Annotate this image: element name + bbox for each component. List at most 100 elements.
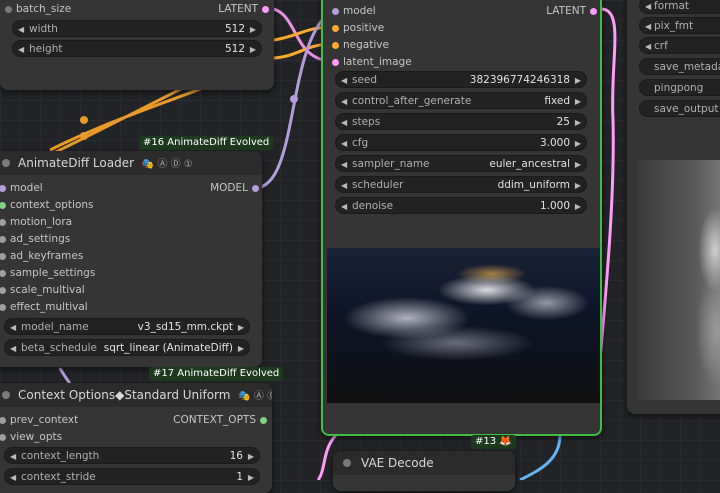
- model-input[interactable]: model: [0, 180, 170, 197]
- pix-fmt-widget[interactable]: ◀ pix_fmt: [639, 17, 720, 34]
- negative-input-dot[interactable]: [332, 42, 339, 49]
- ad-keyframes-input-dot[interactable]: [0, 253, 6, 260]
- save-output-toggle[interactable]: save_output: [639, 100, 720, 117]
- motion-lora-input-dot[interactable]: [0, 219, 6, 226]
- batch-size-dot[interactable]: [5, 6, 12, 13]
- negative-input[interactable]: negative: [332, 37, 463, 54]
- increment-icon[interactable]: ▶: [575, 156, 581, 173]
- sample-settings-input-dot[interactable]: [0, 270, 6, 277]
- context-options-input-dot[interactable]: [0, 202, 6, 209]
- decrement-icon[interactable]: ◀: [18, 41, 24, 58]
- collapse-dot-icon[interactable]: [343, 459, 351, 467]
- batch-size-slot[interactable]: batch_size: [5, 1, 136, 18]
- effect-multival-input-dot[interactable]: [0, 304, 6, 311]
- sampler-badge: #13 🦊: [471, 435, 516, 449]
- context-options-input[interactable]: context_options: [0, 197, 170, 214]
- context-opts-output-dot[interactable]: [260, 417, 267, 424]
- increment-icon[interactable]: ▶: [238, 319, 244, 336]
- decrement-icon[interactable]: ◀: [341, 114, 347, 131]
- decrement-icon[interactable]: ◀: [341, 93, 347, 110]
- increment-icon[interactable]: ▶: [238, 340, 244, 357]
- seed-widget[interactable]: ◀ seed 382396774246318 ▶: [335, 71, 587, 88]
- steps-widget[interactable]: ◀ steps 25 ▶: [335, 113, 587, 130]
- scheduler-widget[interactable]: ◀ scheduler ddim_uniform ▶: [335, 176, 587, 193]
- increment-icon[interactable]: ▶: [575, 114, 581, 131]
- model-name-widget[interactable]: ◀ model_name v3_sd15_mm.ckpt ▶: [4, 318, 250, 335]
- latent-output-dot[interactable]: [262, 6, 269, 13]
- scale-multival-input[interactable]: scale_multival: [0, 282, 170, 299]
- crf-widget[interactable]: ◀ crf: [639, 37, 720, 54]
- pingpong-toggle[interactable]: pingpong: [639, 79, 720, 96]
- model-input-dot[interactable]: [0, 185, 6, 192]
- latent-output[interactable]: LATENT: [486, 3, 597, 20]
- decrement-icon[interactable]: ◀: [18, 21, 24, 38]
- ad-settings-input[interactable]: ad_settings: [0, 231, 170, 248]
- width-widget[interactable]: ◀ width 512 ▶: [12, 20, 262, 37]
- height-widget[interactable]: ◀ height 512 ▶: [12, 40, 262, 57]
- model-input[interactable]: model: [332, 3, 463, 20]
- increment-icon[interactable]: ▶: [250, 21, 256, 38]
- prev-context-input[interactable]: prev_context: [0, 412, 150, 429]
- motion-lora-input[interactable]: motion_lora: [0, 214, 170, 231]
- cfg-widget[interactable]: ◀ cfg 3.000 ▶: [335, 134, 587, 151]
- context-stride-widget[interactable]: ◀ context_stride 1 ▶: [4, 468, 260, 485]
- ksampler-node[interactable]: model positive negative latent_image LAT…: [321, 0, 602, 436]
- increment-icon[interactable]: ▶: [575, 135, 581, 152]
- decrement-icon[interactable]: ◀: [645, 18, 651, 35]
- latent-output-dot[interactable]: [590, 8, 597, 15]
- model-input-dot[interactable]: [332, 8, 339, 15]
- decrement-icon[interactable]: ◀: [341, 156, 347, 173]
- vae-decode-node[interactable]: VAE Decode: [333, 451, 515, 491]
- video-combine-node[interactable]: ◀format ◀pix_fmt ◀crf save_metadata ping…: [627, 0, 720, 414]
- animatediff-badges-icon: 🎭 Ⓐ Ⓓ ①: [141, 159, 193, 170]
- increment-icon[interactable]: ▶: [575, 93, 581, 110]
- collapse-dot-icon[interactable]: [2, 159, 10, 167]
- positive-input-dot[interactable]: [332, 25, 339, 32]
- collapse-dot-icon[interactable]: [2, 391, 10, 399]
- decrement-icon[interactable]: ◀: [10, 340, 16, 357]
- sampler-name-widget[interactable]: ◀ sampler_name euler_ancestral ▶: [335, 155, 587, 172]
- increment-icon[interactable]: ▶: [248, 448, 254, 465]
- sample-settings-input[interactable]: sample_settings: [0, 265, 170, 282]
- effect-multival-input[interactable]: effect_multival: [0, 299, 170, 316]
- decrement-icon[interactable]: ◀: [341, 135, 347, 152]
- context-length-widget[interactable]: ◀ context_length 16 ▶: [4, 447, 260, 464]
- decrement-icon[interactable]: ◀: [10, 448, 16, 465]
- latent-output-slot[interactable]: LATENT: [158, 1, 269, 18]
- decrement-icon[interactable]: ◀: [341, 72, 347, 89]
- latent-image-input-dot[interactable]: [332, 59, 339, 66]
- view-opts-input-dot[interactable]: [0, 434, 6, 441]
- decrement-icon[interactable]: ◀: [341, 177, 347, 194]
- increment-icon[interactable]: ▶: [575, 198, 581, 215]
- save-metadata-toggle[interactable]: save_metadata: [639, 58, 720, 75]
- view-opts-input[interactable]: view_opts: [0, 429, 150, 446]
- increment-icon[interactable]: ▶: [250, 41, 256, 58]
- positive-input[interactable]: positive: [332, 20, 463, 37]
- decrement-icon[interactable]: ◀: [645, 38, 651, 55]
- decrement-icon[interactable]: ◀: [10, 319, 16, 336]
- control-after-generate-widget[interactable]: ◀ control_after_generate fixed ▶: [335, 92, 587, 109]
- denoise-widget[interactable]: ◀ denoise 1.000 ▶: [335, 197, 587, 214]
- ad-keyframes-input[interactable]: ad_keyframes: [0, 248, 170, 265]
- context-options-node[interactable]: Context Options◆Standard Uniform 🎭 Ⓐ Ⓓ p…: [0, 383, 272, 493]
- animatediff-badges-icon: 🎭 Ⓐ Ⓓ: [238, 391, 272, 402]
- beta-schedule-widget[interactable]: ◀ beta_schedule sqrt_linear (AnimateDiff…: [4, 339, 250, 356]
- empty-latent-node[interactable]: batch_size LATENT ◀ width 512 ▶ ◀ height…: [0, 0, 274, 90]
- ad-settings-input-dot[interactable]: [0, 236, 6, 243]
- decrement-icon[interactable]: ◀: [341, 198, 347, 215]
- context-opts-output[interactable]: CONTEXT_OPTS: [136, 412, 267, 429]
- increment-icon[interactable]: ▶: [248, 469, 254, 486]
- animatediff-loader-badge: #16 AnimateDiff Evolved: [139, 136, 274, 150]
- decrement-icon[interactable]: ◀: [645, 0, 651, 15]
- context-options-badge: #17 AnimateDiff Evolved: [149, 367, 284, 381]
- scale-multival-input-dot[interactable]: [0, 287, 6, 294]
- model-output-dot[interactable]: [252, 185, 259, 192]
- latent-image-input[interactable]: latent_image: [332, 54, 463, 71]
- increment-icon[interactable]: ▶: [575, 72, 581, 89]
- prev-context-input-dot[interactable]: [0, 417, 6, 424]
- model-output[interactable]: MODEL: [148, 180, 259, 197]
- increment-icon[interactable]: ▶: [575, 177, 581, 194]
- format-widget[interactable]: ◀ format: [639, 0, 720, 14]
- decrement-icon[interactable]: ◀: [10, 469, 16, 486]
- animatediff-loader-node[interactable]: AnimateDiff Loader 🎭 Ⓐ Ⓓ ① model context…: [0, 151, 262, 367]
